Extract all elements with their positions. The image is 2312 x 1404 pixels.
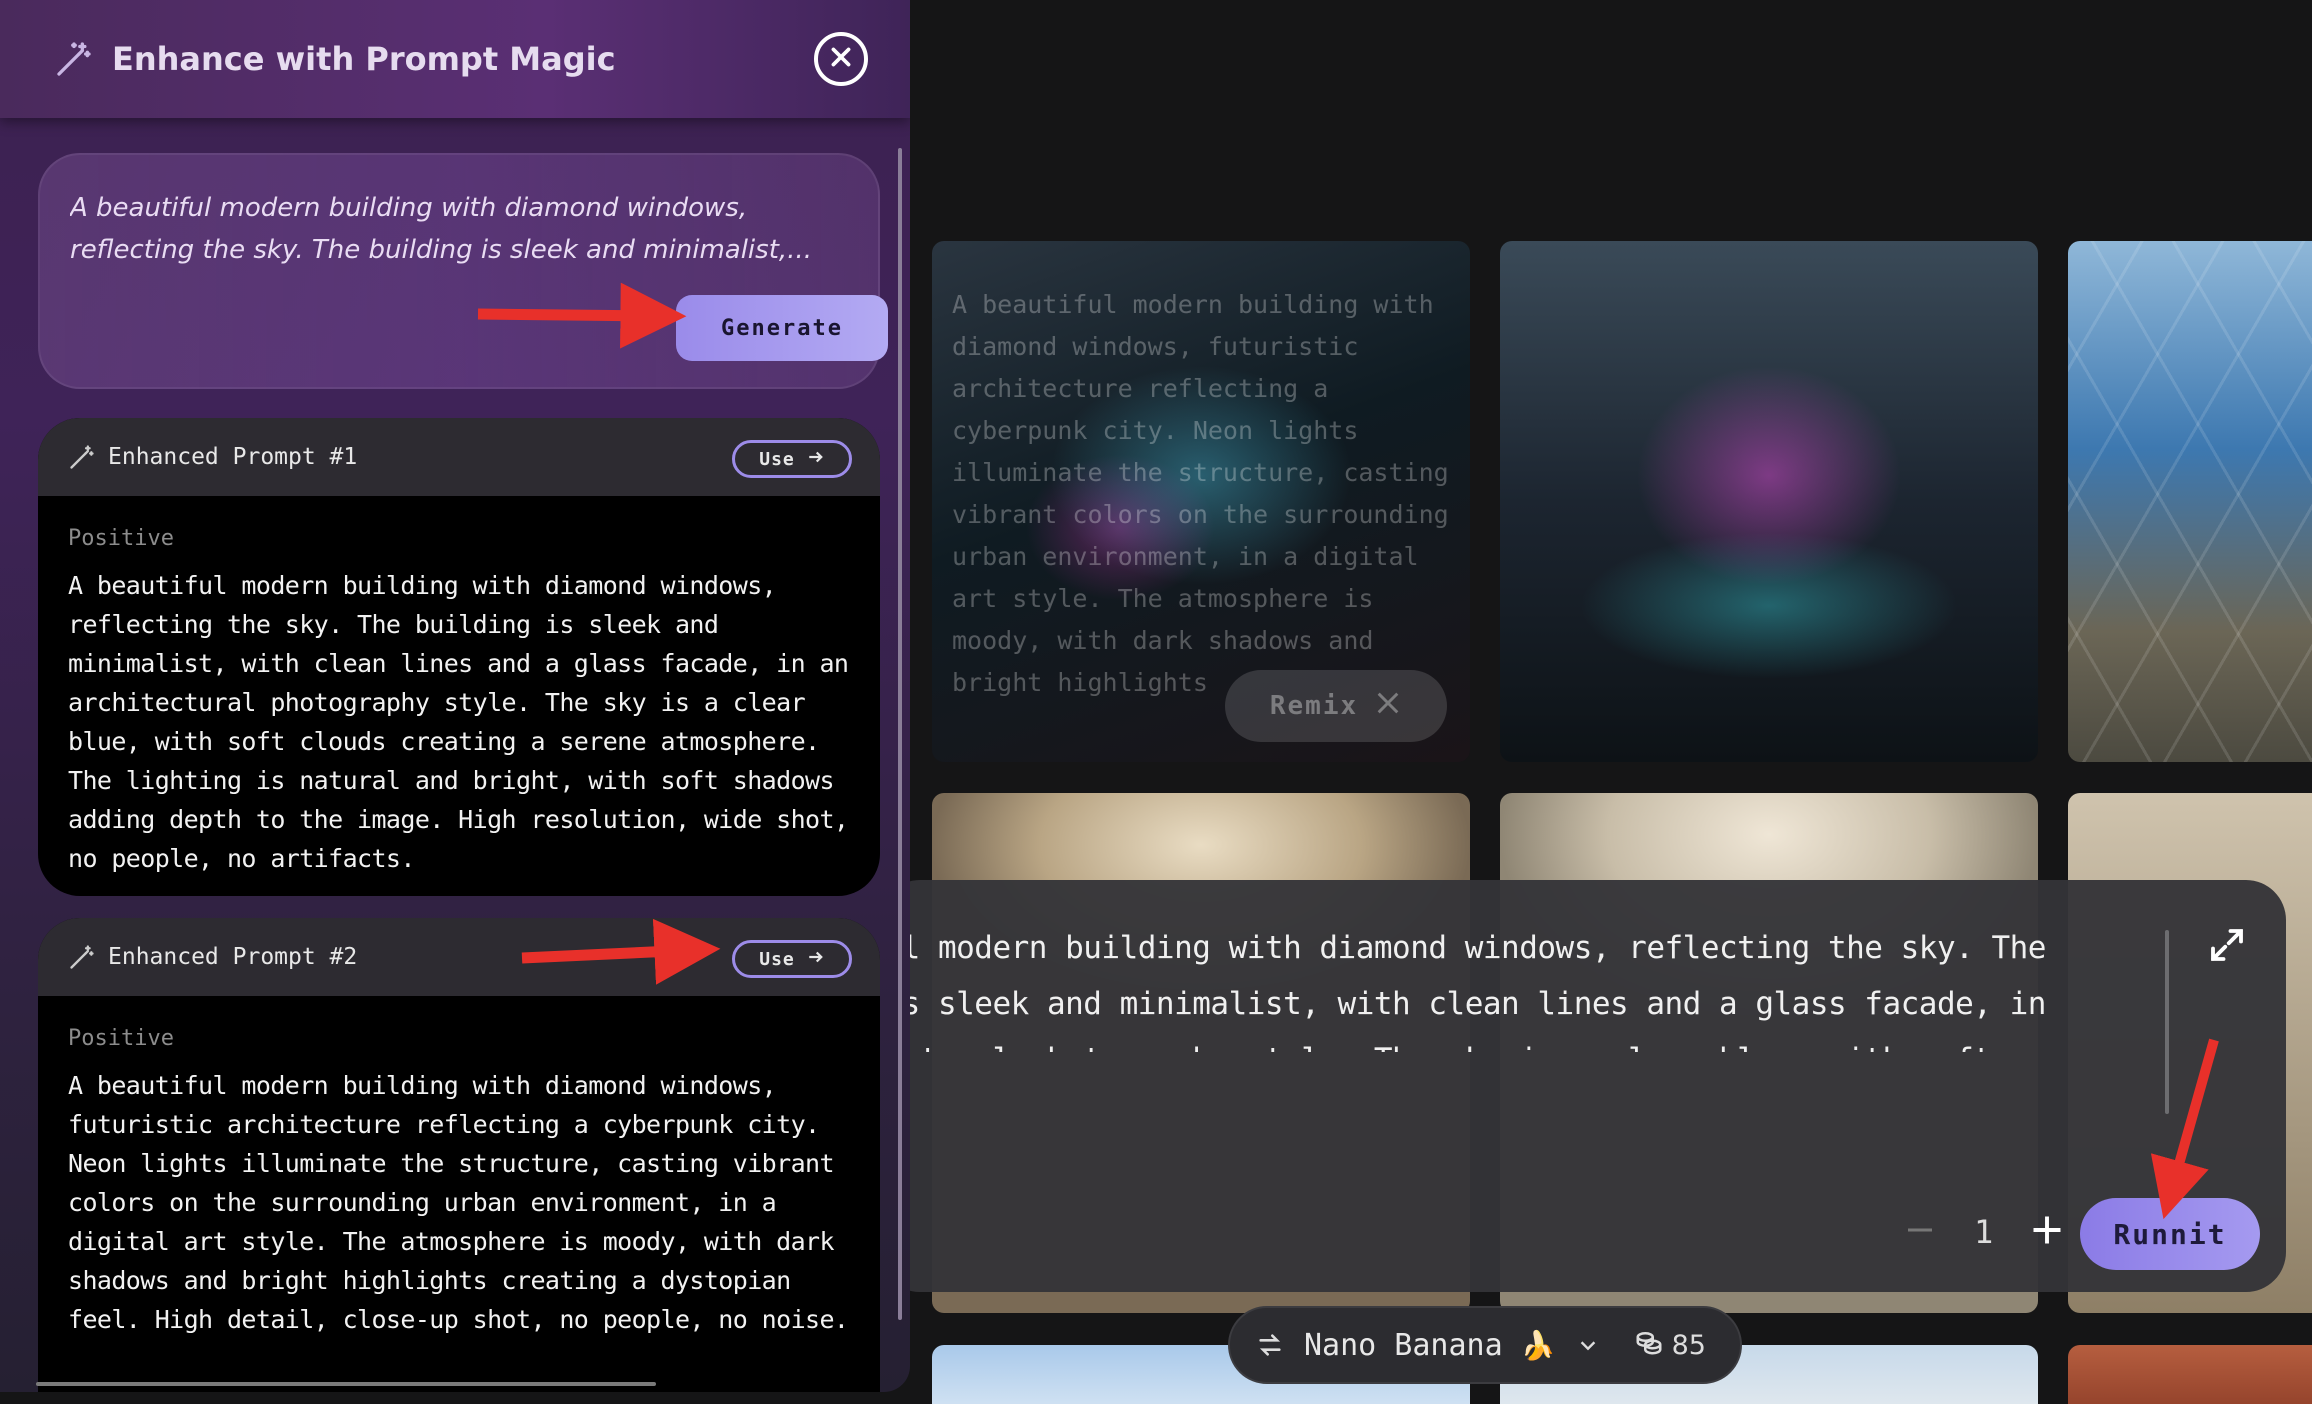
remix-button[interactable]: Remix	[1225, 670, 1447, 742]
expand-icon	[2206, 924, 2248, 970]
decrement-button[interactable]	[1900, 1212, 1940, 1252]
prompt-input[interactable]: A beautiful modern building with diamond…	[70, 187, 860, 271]
enhanced-prompt-card: Enhanced Prompt #1 Use Positive A beauti…	[38, 418, 880, 896]
credits-balance: 85	[1634, 1327, 1706, 1364]
coins-icon	[1634, 1327, 1664, 1364]
enhanced-prompt-title: Enhanced Prompt #1	[108, 444, 358, 470]
gallery-image-glass-tower[interactable]	[2068, 241, 2312, 762]
swap-icon	[1254, 1329, 1286, 1361]
magic-wand-icon	[54, 39, 94, 79]
remix-label: Remix	[1269, 691, 1359, 721]
quantity-value: 1	[1974, 1213, 1994, 1251]
magic-wand-icon	[68, 443, 96, 471]
panel-scrollbar[interactable]	[898, 148, 902, 1320]
model-name: Nano Banana	[1304, 1327, 1503, 1363]
prompt-input-line: reflecting the sky. The building is slee…	[70, 235, 812, 265]
prompt-input-card: A beautiful modern building with diamond…	[38, 153, 888, 389]
runnit-button[interactable]: Runnit	[2080, 1198, 2260, 1270]
gallery-image-cyberpunk-2[interactable]	[1500, 241, 2038, 762]
positive-label: Positive	[68, 1026, 174, 1051]
plus-icon	[2029, 1212, 2065, 1252]
model-selector[interactable]: Nano Banana 🍌 85	[1228, 1306, 1742, 1384]
use-prompt-button[interactable]: Use	[732, 440, 852, 478]
enhanced-prompt-card: Enhanced Prompt #2 Use Positive A beauti…	[38, 918, 880, 1392]
banana-emoji: 🍌	[1520, 1328, 1556, 1362]
panel-header: Enhance with Prompt Magic	[0, 0, 910, 118]
enhanced-prompt-text: A beautiful modern building with diamond…	[68, 1071, 849, 1334]
use-label: Use	[759, 448, 795, 470]
prompt-composer: A beautiful modern building with diamond…	[880, 880, 2286, 1292]
use-label: Use	[759, 948, 795, 970]
minus-icon	[1904, 1214, 1936, 1250]
generate-button[interactable]: Generate	[676, 295, 888, 361]
close-icon	[828, 44, 854, 74]
enhanced-prompt-title: Enhanced Prompt #2	[108, 944, 358, 970]
prompt-textarea[interactable]: A beautiful modern building with diamond…	[880, 920, 2050, 1052]
chevron-down-icon	[1574, 1331, 1602, 1359]
magic-wand-icon	[68, 943, 96, 971]
arrow-right-icon	[807, 948, 825, 971]
use-prompt-button[interactable]: Use	[732, 940, 852, 978]
increment-button[interactable]	[2027, 1212, 2067, 1252]
panel-title: Enhance with Prompt Magic	[112, 40, 616, 78]
shuffle-icon	[1374, 689, 1402, 724]
enhanced-prompt-header: Enhanced Prompt #2 Use	[38, 918, 880, 996]
prompt-input-line: A beautiful modern building with diamond…	[70, 193, 748, 223]
expand-button[interactable]	[2200, 920, 2254, 974]
prompt-scrollbar[interactable]	[2165, 930, 2169, 1114]
horizontal-scrollbar[interactable]	[36, 1382, 656, 1386]
enhanced-prompt-text: A beautiful modern building with diamond…	[68, 571, 849, 873]
close-button[interactable]	[814, 32, 868, 86]
quantity-stepper: 1	[1900, 1206, 2067, 1258]
credits-value: 85	[1671, 1329, 1706, 1361]
positive-label: Positive	[68, 526, 174, 551]
arrow-right-icon	[807, 448, 825, 471]
enhanced-prompt-header: Enhanced Prompt #1 Use	[38, 418, 880, 496]
gallery-image-roof[interactable]	[2068, 1345, 2312, 1404]
prompt-magic-panel: Enhance with Prompt Magic A beautiful mo…	[0, 0, 910, 1392]
image-hover-prompt: A beautiful modern building with diamond…	[952, 290, 1449, 697]
